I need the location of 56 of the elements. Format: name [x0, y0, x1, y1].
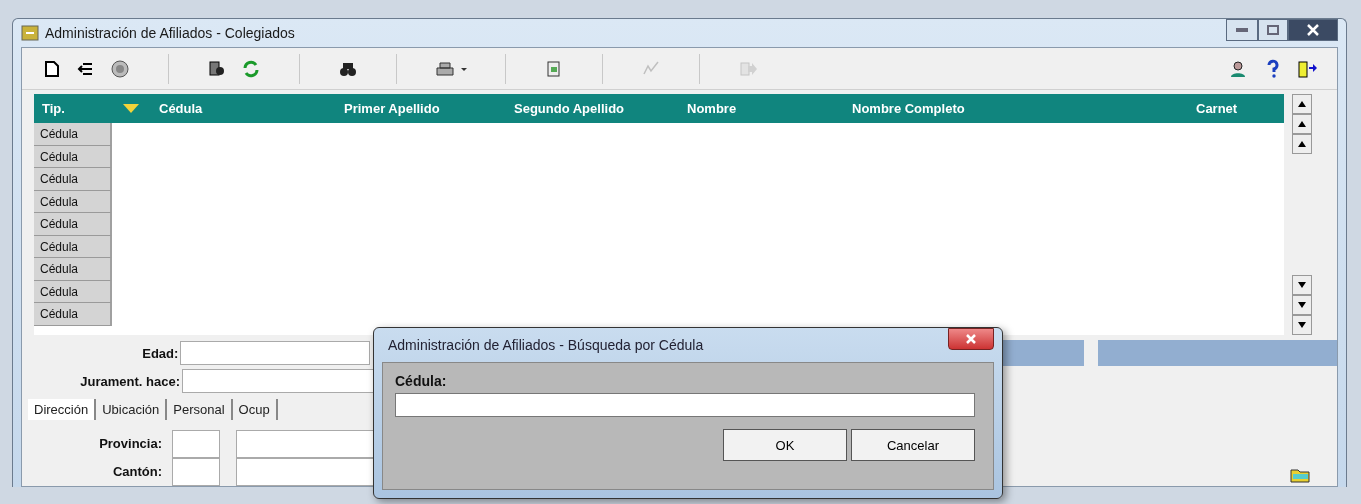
column-header[interactable]: Segundo Apellido: [514, 101, 624, 117]
maximize-icon: [1267, 25, 1279, 35]
row-type-button[interactable]: Cédula: [34, 145, 112, 169]
down-arrow-icon: [1298, 302, 1306, 309]
close-icon: [1307, 24, 1319, 36]
field-label: Cantón:: [111, 464, 162, 480]
row-type-button[interactable]: Cédula: [34, 258, 112, 281]
close-button[interactable]: [948, 328, 994, 350]
column-header[interactable]: Nombre: [687, 101, 737, 117]
oath-label: Jurament. hace:: [79, 374, 180, 389]
app-icon: [21, 25, 39, 41]
column-header[interactable]: Cédula: [159, 101, 203, 117]
age-label: Edad:: [141, 345, 179, 361]
up-arrow-icon: [1298, 141, 1306, 148]
folder-icon: [1290, 467, 1310, 483]
down-arrow-icon: [1298, 282, 1306, 289]
row-type-button[interactable]: Cédula: [34, 168, 112, 191]
dialog-button[interactable]: Cancelar: [851, 429, 975, 461]
dialog-button[interactable]: OK: [723, 429, 847, 461]
close-button[interactable]: [1288, 19, 1338, 41]
tab[interactable]: Dirección: [28, 399, 97, 421]
dialog-title: Administración de Afiliados - Búsqueda por Cédula: [387, 337, 704, 353]
code-field[interactable]: [172, 429, 220, 458]
row-type-button[interactable]: Cédula: [34, 235, 112, 259]
down-arrow-icon: [1298, 322, 1306, 329]
tab[interactable]: Personal: [167, 399, 233, 421]
minimize-icon: [1236, 28, 1248, 32]
field-label: Cédula:: [395, 373, 448, 389]
row-type-button[interactable]: Cédula: [34, 190, 112, 214]
tab[interactable]: Ocup: [232, 399, 278, 421]
scroll-down-button[interactable]: [1292, 295, 1312, 316]
minimize-button[interactable]: [1226, 19, 1258, 41]
row-type-button[interactable]: Cédula: [34, 213, 112, 236]
row-type-button[interactable]: Cédula: [34, 280, 112, 304]
column-header[interactable]: Tip.: [42, 101, 65, 117]
column-header[interactable]: Primer Apellido: [344, 101, 440, 117]
column-header[interactable]: Nombre Completo: [852, 101, 965, 117]
close-icon: [966, 334, 976, 344]
code-field[interactable]: [172, 457, 220, 486]
up-arrow-icon: [1298, 101, 1306, 108]
scroll-up-button[interactable]: [1292, 134, 1312, 155]
maximize-button[interactable]: [1258, 19, 1288, 41]
window-title: Administración de Afiliados - Colegiados: [45, 25, 295, 41]
oath-field[interactable]: [182, 369, 374, 394]
scroll-down-button[interactable]: [1292, 275, 1312, 296]
row-type-button[interactable]: Cédula: [34, 123, 112, 146]
id-input[interactable]: [395, 393, 975, 417]
tab[interactable]: Ubicación: [96, 399, 168, 421]
up-arrow-icon: [1298, 121, 1306, 128]
scroll-down-button[interactable]: [1292, 315, 1312, 336]
scroll-up-button[interactable]: [1292, 114, 1312, 135]
row-type-button[interactable]: Cédula: [34, 303, 112, 326]
column-header[interactable]: Carnet: [1196, 101, 1238, 117]
field-label: Provincia:: [98, 436, 162, 452]
age-field[interactable]: [180, 341, 371, 366]
scroll-up-button[interactable]: [1292, 94, 1312, 115]
